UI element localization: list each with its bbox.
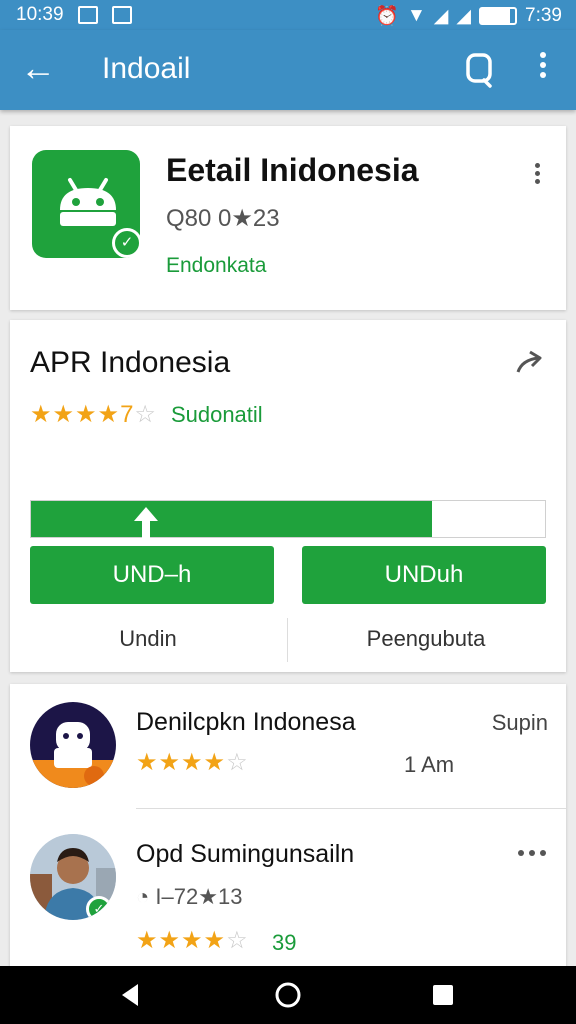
recents-square-icon[interactable] bbox=[428, 980, 458, 1010]
signal-icon: ◢ bbox=[433, 5, 449, 27]
wifi-icon: ▼ bbox=[406, 5, 426, 26]
clock-icon: ◔ bbox=[136, 884, 150, 909]
tab-right[interactable]: Peengubuta bbox=[288, 616, 564, 662]
rating-stars: ★★★★7☆ bbox=[30, 401, 157, 428]
app-icon: ✓ bbox=[32, 150, 142, 258]
robot-avatar-icon bbox=[30, 722, 116, 788]
verified-check-icon: ✓ bbox=[112, 228, 142, 258]
card-overflow-icon[interactable] bbox=[530, 160, 544, 187]
overflow-menu-icon[interactable] bbox=[530, 48, 556, 92]
app-detail-card: APR Indonesia ★★★★7☆ Sudonatil UND–h UND… bbox=[10, 320, 566, 672]
home-circle-icon[interactable] bbox=[273, 980, 303, 1010]
image-notification-icon bbox=[111, 6, 132, 24]
app-header-card: ✓ Eetail Inidonesia Q80 0★23 Endonkata bbox=[10, 126, 566, 310]
review-overflow-icon[interactable] bbox=[518, 850, 546, 856]
upload-arrow-icon bbox=[134, 507, 158, 539]
reviewer-meta-text: I–72★13 bbox=[155, 884, 243, 909]
review-time: 1 Am bbox=[404, 752, 455, 777]
status-time-left: 10:39 bbox=[16, 4, 64, 25]
reviewer-action[interactable]: Supin bbox=[492, 710, 548, 736]
rating-row: ★★★★7☆ Sudonatil bbox=[30, 400, 263, 429]
download-progress-bar bbox=[30, 500, 546, 539]
app-bar: ← Indoail bbox=[0, 30, 576, 110]
alarm-icon: ⏰ bbox=[375, 6, 399, 27]
app-name: Eetail Inidonesia bbox=[166, 152, 419, 188]
share-arrow-icon[interactable] bbox=[514, 348, 544, 378]
system-nav-bar bbox=[0, 966, 576, 1024]
signal-icon-2: ◢ bbox=[456, 5, 472, 27]
reviews-card: Denilcpkn Indonesa Supin ★★★★☆ 1 Am ✓ Op… bbox=[10, 684, 566, 974]
app-bar-title: Indoail bbox=[102, 52, 191, 85]
review-divider bbox=[136, 808, 566, 809]
status-bar: 10:39 ⏰ ▼ ◢ ◢ 7:39 bbox=[0, 0, 576, 30]
back-triangle-icon[interactable] bbox=[116, 980, 146, 1010]
review-stars: ★★★★☆ bbox=[136, 927, 249, 954]
developer-link[interactable]: Endonkata bbox=[166, 254, 266, 278]
verified-check-icon: ✓ bbox=[86, 896, 112, 920]
download-button-right[interactable]: UNDuh bbox=[302, 546, 546, 604]
rating-text: Sudonatil bbox=[170, 401, 263, 427]
reviewer-avatar[interactable] bbox=[30, 702, 116, 788]
stars-label: 7 bbox=[120, 401, 135, 428]
android-robot-icon bbox=[60, 178, 116, 226]
tab-left[interactable]: Undin bbox=[10, 616, 286, 662]
section-title: APR Indonesia bbox=[30, 346, 231, 379]
reviewer-meta: ◔ I–72★13 bbox=[136, 884, 242, 910]
battery-icon bbox=[479, 7, 518, 25]
app-meta: Q80 0★23 bbox=[166, 205, 280, 232]
progress-fill bbox=[31, 501, 432, 537]
back-arrow-icon[interactable]: ← bbox=[20, 48, 56, 88]
review-count: 39 bbox=[272, 930, 297, 955]
download-button-left[interactable]: UND–h bbox=[30, 546, 274, 604]
reviewer-name: Opd Sumingunsailn bbox=[136, 840, 355, 868]
status-time-right: 7:39 bbox=[525, 5, 562, 26]
search-icon[interactable] bbox=[460, 50, 500, 90]
reviewer-avatar-photo[interactable]: ✓ bbox=[30, 834, 116, 920]
notification-icon bbox=[77, 6, 98, 24]
reviewer-name: Denilcpkn Indonesa bbox=[136, 708, 356, 736]
review-stars: ★★★★☆ bbox=[136, 749, 249, 776]
